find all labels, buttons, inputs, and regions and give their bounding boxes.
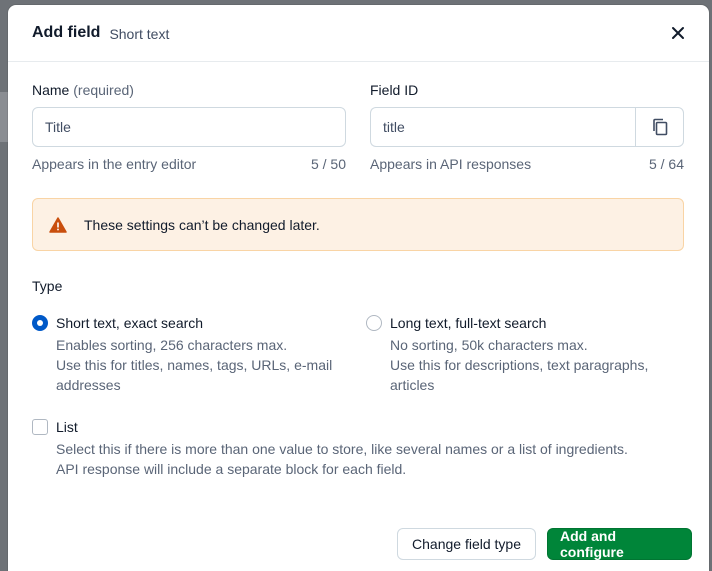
short-text-radio[interactable] <box>32 315 48 331</box>
type-option-short-text[interactable]: Short text, exact search Enables sorting… <box>32 314 336 395</box>
warning-note: These settings can’t be changed later. <box>32 198 684 251</box>
list-desc-line: Select this if there is more than one va… <box>56 441 628 457</box>
name-label: Name (required) <box>32 82 346 98</box>
short-text-desc-line: addresses <box>56 377 121 393</box>
change-field-type-button[interactable]: Change field type <box>397 528 536 560</box>
close-button[interactable] <box>667 22 689 44</box>
type-option-long-text[interactable]: Long text, full-text search No sorting, … <box>366 314 670 395</box>
add-and-configure-button[interactable]: Add and configure <box>547 528 692 560</box>
field-id-help-text: Appears in API responses <box>370 156 532 172</box>
name-help-row: Appears in the entry editor 5 / 50 <box>32 156 346 172</box>
field-id-group: Field ID title Appears in API responses … <box>370 82 684 172</box>
name-input[interactable]: Title <box>32 107 346 147</box>
name-help-text: Appears in the entry editor <box>32 156 197 172</box>
long-text-title: Long text, full-text search <box>390 315 547 331</box>
copy-icon <box>652 118 667 136</box>
field-id-label: Field ID <box>370 82 419 98</box>
modal-title: Add field <box>32 24 101 41</box>
list-option-text: List Select this if there is more than o… <box>56 418 628 479</box>
short-text-desc-line: Use this for titles, names, tags, URLs, … <box>56 357 333 373</box>
short-text-desc-line: Enables sorting, 256 characters max. <box>56 337 288 353</box>
field-id-help-row: Appears in API responses 5 / 64 <box>370 156 684 172</box>
copy-button[interactable] <box>635 107 684 147</box>
close-icon <box>672 27 684 39</box>
required-note: (required) <box>73 82 134 98</box>
short-text-title: Short text, exact search <box>56 315 204 331</box>
name-field-group: Name (required) Title Appears in the ent… <box>32 82 346 172</box>
list-option[interactable]: List Select this if there is more than o… <box>32 418 628 479</box>
list-title: List <box>56 419 78 435</box>
list-desc-line: API response will include a separate blo… <box>56 461 407 477</box>
long-text-desc-line: Use this for descriptions, text paragrap… <box>390 357 649 373</box>
short-text-option-text: Short text, exact search Enables sorting… <box>56 314 336 395</box>
modal-subtitle: Short text <box>109 26 170 42</box>
field-id-input[interactable]: title <box>370 107 635 147</box>
long-text-radio[interactable] <box>366 315 382 331</box>
list-checkbox[interactable] <box>32 419 48 435</box>
field-id-char-count: 5 / 64 <box>648 156 684 172</box>
long-text-option-text: Long text, full-text search No sorting, … <box>390 314 670 395</box>
long-text-desc-line: No sorting, 50k characters max. <box>390 337 588 353</box>
field-id-input-group: title <box>370 107 684 147</box>
add-field-modal: Add field Short text Name (required) Tit… <box>8 5 709 571</box>
name-char-count: 5 / 50 <box>310 156 346 172</box>
type-label: Type <box>32 278 63 294</box>
warning-text: These settings can’t be changed later. <box>84 216 320 233</box>
long-text-desc-line: articles <box>390 377 435 393</box>
name-label-text: Name <box>32 82 70 98</box>
modal-footer: Change field type Add and configure <box>397 528 692 560</box>
warning-icon <box>49 216 67 233</box>
modal-header: Add field Short text <box>8 5 709 62</box>
